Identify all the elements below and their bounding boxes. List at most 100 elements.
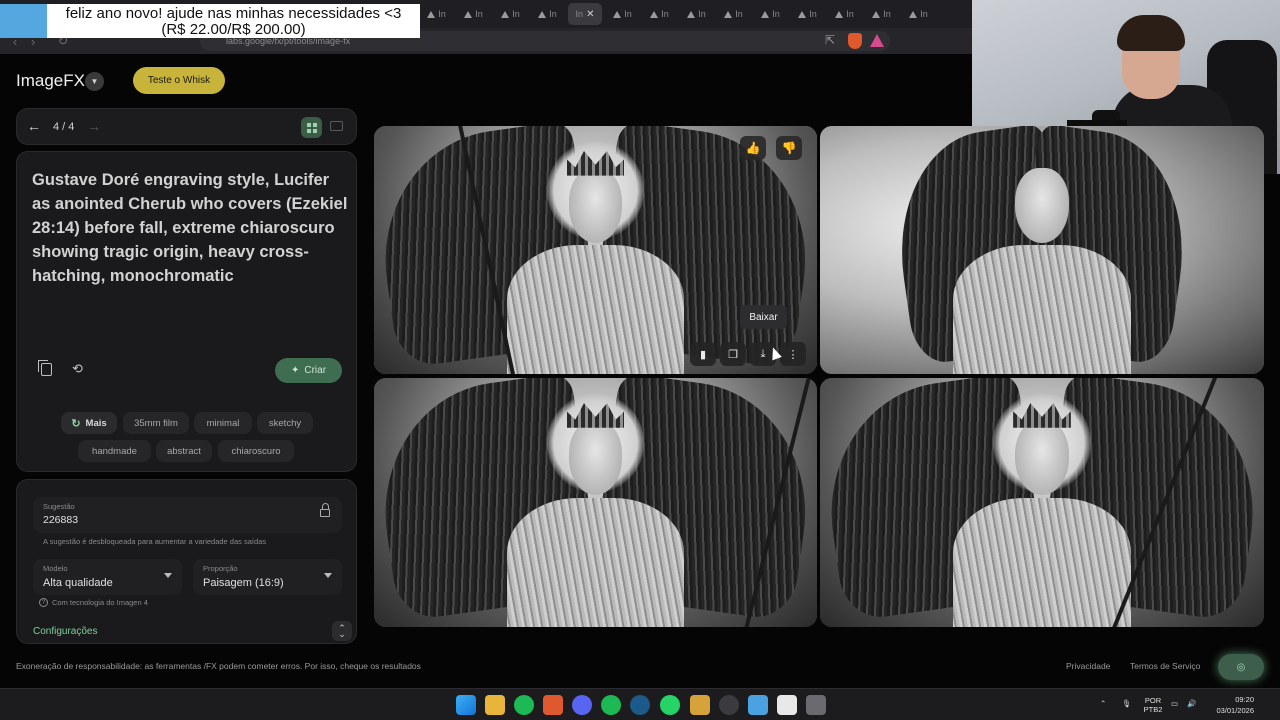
prompt-textarea[interactable]: Gustave Doré engraving style, Lucifer as… (32, 168, 348, 288)
copy-icon[interactable] (38, 360, 52, 376)
webcam-hair (1117, 15, 1185, 51)
browser-tab[interactable]: In (643, 3, 676, 25)
result-pager: ← 4 / 4 → (16, 108, 357, 145)
settings-link[interactable]: Configurações (33, 626, 97, 637)
close-tab-icon[interactable]: ✕ (586, 9, 594, 20)
tab-favicon-icon (538, 10, 547, 18)
tab-favicon-icon (798, 10, 807, 18)
tab-favicon-icon (501, 10, 510, 18)
browser-tab[interactable]: In (457, 3, 490, 25)
disclaimer-text: Exoneração de responsabilidade: as ferra… (16, 661, 421, 671)
volume-icon[interactable]: 🔊 (1187, 699, 1196, 708)
spotify-icon[interactable] (514, 695, 534, 715)
screen: In In In In In ✕ In In In In In In In In … (0, 0, 1280, 720)
whatsapp-icon[interactable] (660, 695, 680, 715)
tab-favicon-icon (613, 10, 622, 18)
ratio-value: Paisagem (16:9) (203, 577, 284, 589)
seed-field[interactable]: Sugestão 226883 (33, 497, 342, 533)
browser-tab[interactable]: In (902, 3, 935, 25)
aspect-ratio-select[interactable]: Proporção Paisagem (16:9) (193, 559, 342, 595)
steam-icon[interactable] (630, 695, 650, 715)
more-options-icon[interactable]: ⋮ (780, 342, 806, 366)
overlay-color-block (0, 4, 47, 38)
tab-favicon-icon (724, 10, 733, 18)
language-indicator[interactable]: POR PTB2 (1142, 696, 1164, 714)
privacy-link[interactable]: Privacidade (1066, 661, 1110, 671)
generated-image-2[interactable] (820, 126, 1264, 374)
browser-tab-active[interactable]: In ✕ (568, 3, 602, 25)
arrow-right-icon[interactable]: → (87, 118, 101, 134)
chip-abstract[interactable]: abstract (156, 440, 212, 462)
brave-browser-icon[interactable] (543, 695, 563, 715)
generated-image-4[interactable] (820, 378, 1264, 627)
try-whisk-button[interactable]: Teste o Whisk (133, 67, 225, 94)
browser-tab[interactable]: In (865, 3, 898, 25)
tab-favicon-icon (464, 10, 473, 18)
donation-message: feliz ano novo! ajude nas minhas necessi… (65, 5, 402, 22)
obs-icon[interactable] (719, 695, 739, 715)
chevron-down-icon[interactable]: ▼ (85, 72, 104, 91)
microphone-icon[interactable]: 🎙 (1122, 699, 1132, 708)
chip-sketchy[interactable]: sketchy (257, 412, 313, 434)
more-chips-button[interactable]: ↻ Mais (61, 412, 117, 434)
browser-tab[interactable]: In (791, 3, 824, 25)
browser-tab[interactable]: In (754, 3, 787, 25)
chevron-down-icon (164, 573, 172, 578)
app-logo[interactable]: ImageFX (16, 71, 85, 91)
browser-tab[interactable]: In (531, 3, 564, 25)
discord-icon[interactable] (572, 695, 592, 715)
arrow-left-icon[interactable]: ← (27, 118, 41, 134)
model-label: Modelo (43, 564, 68, 573)
browser-tab[interactable]: In (717, 3, 750, 25)
browser-tab[interactable]: In (680, 3, 713, 25)
donation-banner: feliz ano novo! ajude nas minhas necessi… (47, 4, 420, 38)
share-icon[interactable]: ⇱ (825, 33, 835, 47)
windows-start-icon[interactable] (456, 695, 476, 715)
thumbs-down-icon[interactable]: 👎 (776, 136, 802, 160)
download-tooltip: Baixar (740, 305, 787, 329)
help-button[interactable]: ◎ (1218, 654, 1264, 680)
network-icon[interactable]: ▭ (1171, 699, 1178, 708)
help-icon: ◎ (1236, 661, 1246, 673)
terms-link[interactable]: Termos de Serviço (1130, 661, 1200, 671)
collapse-chevron-icon[interactable]: ⌃ ⌄ (332, 621, 352, 641)
windows-taskbar: ⌃ 🎙 POR PTB2 ▭ 🔊 09:20 03/01/2026 (0, 688, 1280, 720)
notepad-icon[interactable] (748, 695, 768, 715)
sparkle-icon: ✦ (290, 365, 300, 376)
thumbs-up-icon[interactable]: 👍 (740, 136, 766, 160)
generated-image-1[interactable]: 👍 👎 (374, 126, 817, 374)
seed-hint: A sugestão é desbloqueada para aumentar … (43, 537, 267, 546)
tab-favicon-icon (427, 10, 436, 18)
brave-shield-icon[interactable] (848, 33, 862, 49)
copy-image-icon[interactable]: ❐ (720, 342, 746, 366)
chip-handmade[interactable]: handmade (78, 440, 151, 462)
chip-chiaroscuro[interactable]: chiaroscuro (218, 440, 294, 462)
browser-tab[interactable]: In (828, 3, 861, 25)
browser-tab[interactable]: In (494, 3, 527, 25)
chevron-down-icon (324, 573, 332, 578)
model-select[interactable]: Modelo Alta qualidade (33, 559, 182, 595)
generated-image-3[interactable] (374, 378, 817, 627)
calculator-icon[interactable] (806, 695, 826, 715)
capcut-icon[interactable] (777, 695, 797, 715)
tab-favicon-icon (872, 10, 881, 18)
single-view-icon[interactable] (330, 121, 343, 131)
chip-35mm-film[interactable]: 35mm film (123, 412, 189, 434)
image-actions-toolbar: ▮ ❐ ⤓ ⋮ (690, 342, 808, 366)
browser-tab[interactable]: In (606, 3, 639, 25)
bookmark-icon[interactable]: ▮ (690, 342, 716, 366)
app-icon[interactable] (690, 695, 710, 715)
grid-view-button[interactable] (301, 117, 322, 138)
brave-rewards-icon[interactable] (870, 34, 884, 47)
system-clock[interactable]: 09:20 03/01/2026 (1208, 694, 1254, 716)
browser-tab[interactable]: In (420, 3, 453, 25)
chip-minimal[interactable]: minimal (194, 412, 252, 434)
unlock-icon[interactable] (320, 503, 330, 517)
reset-icon[interactable]: ⟲ (72, 361, 83, 377)
prompt-card: Gustave Doré engraving style, Lucifer as… (16, 151, 357, 472)
seed-label: Sugestão (43, 502, 75, 511)
file-explorer-icon[interactable] (485, 695, 505, 715)
spotify-alt-icon[interactable] (601, 695, 621, 715)
tray-chevron-icon[interactable]: ⌃ (1100, 699, 1106, 708)
create-button[interactable]: ✦ Criar (275, 358, 342, 383)
